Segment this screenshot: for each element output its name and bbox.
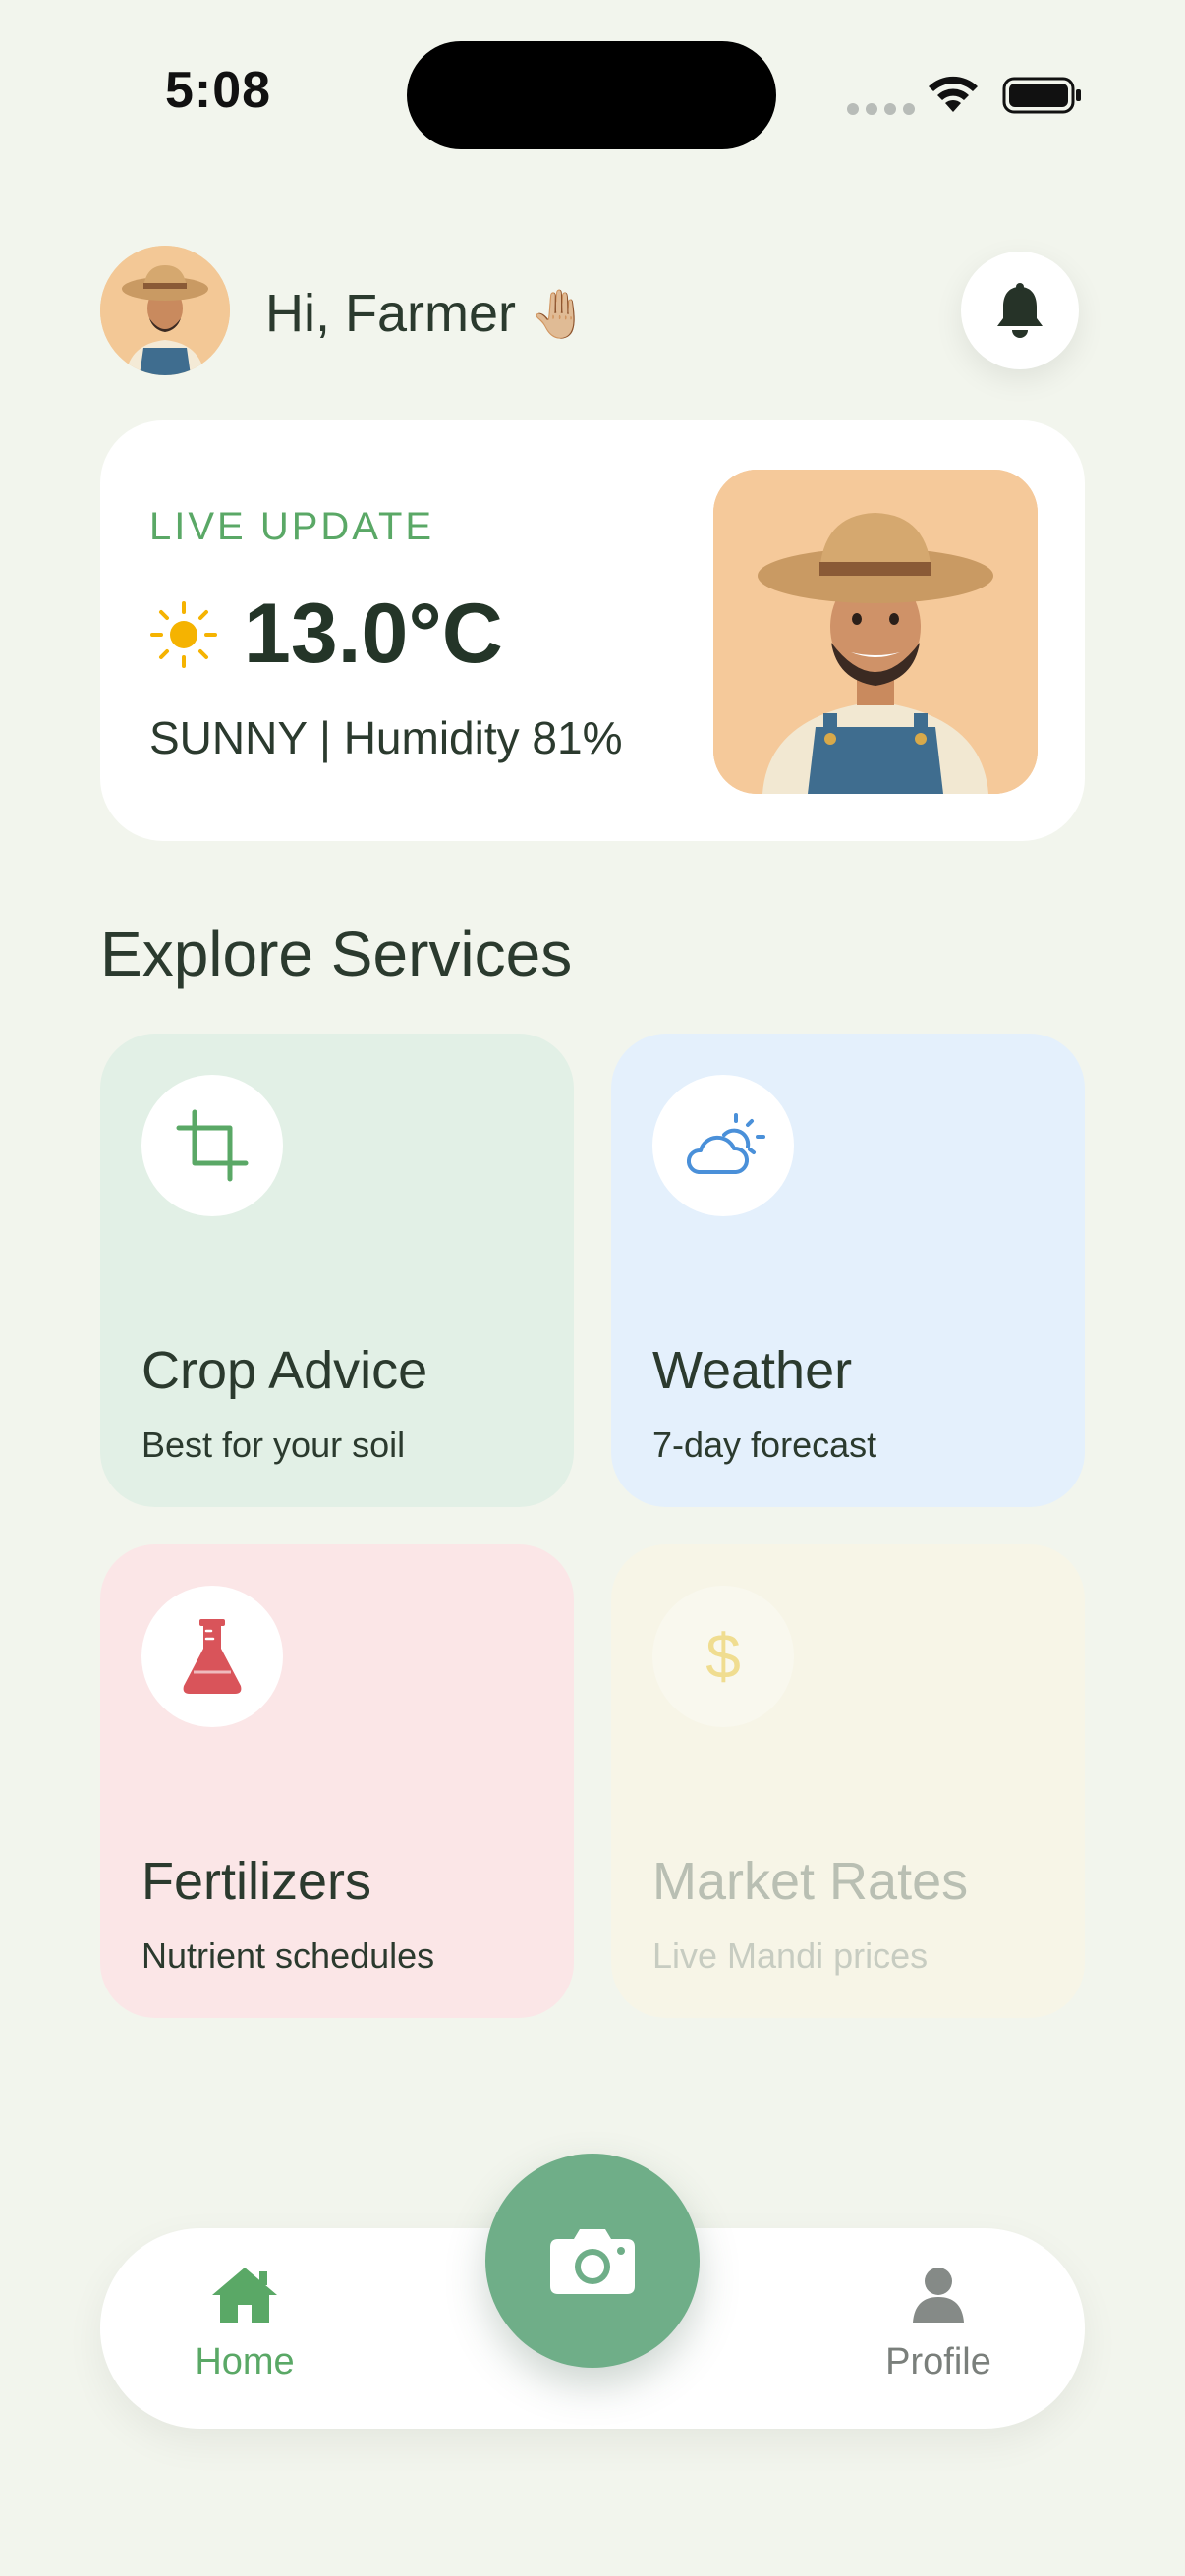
sun-icon (150, 600, 217, 668)
camera-button[interactable] (485, 2154, 700, 2368)
farmer-portrait-icon (713, 470, 1038, 794)
service-card-weather[interactable]: Weather 7-day forecast (611, 1034, 1085, 1507)
service-subtitle: Nutrient schedules (141, 1935, 435, 1976)
live-update-card[interactable]: LIVE UPDATE 13.0°C SUNNY | Humidity 81% (100, 420, 1085, 841)
avatar[interactable] (100, 246, 230, 375)
status-time: 5:08 (165, 62, 272, 119)
bell-icon (997, 283, 1043, 338)
farmer-illustration (713, 470, 1038, 794)
dynamic-island (407, 41, 776, 149)
nav-home-label: Home (195, 2341, 295, 2382)
home-icon (212, 2268, 277, 2323)
battery-icon (1002, 77, 1081, 114)
icon-circle: $ (652, 1586, 794, 1727)
person-icon (913, 2268, 964, 2323)
temperature-row: 13.0°C (149, 586, 503, 683)
status-indicators (847, 71, 1083, 120)
icon-circle (652, 1075, 794, 1216)
service-title: Weather (652, 1341, 853, 1400)
service-card-crop-advice[interactable]: Crop Advice Best for your soil (100, 1034, 574, 1507)
service-subtitle: Live Mandi prices (652, 1935, 929, 1976)
icon-circle (141, 1586, 283, 1727)
camera-icon (550, 2229, 635, 2294)
service-card-fertilizers[interactable]: Fertilizers Nutrient schedules (100, 1544, 574, 2018)
service-title: Fertilizers (141, 1852, 372, 1911)
service-subtitle: Best for your soil (141, 1425, 406, 1465)
live-update-label: LIVE UPDATE (149, 505, 435, 548)
service-subtitle: 7-day forecast (652, 1425, 877, 1465)
wifi-icon (929, 76, 978, 112)
greeting-text: Hi, Farmer (265, 284, 516, 343)
weather-condition: SUNNY | Humidity 81% (149, 712, 623, 763)
nav-profile[interactable]: Profile (875, 2264, 1002, 2383)
crop-icon (176, 1109, 249, 1182)
services-title: Explore Services (100, 919, 573, 989)
farmer-avatar-icon (100, 246, 230, 375)
icon-circle (141, 1075, 283, 1216)
dollar-icon: $ (705, 1621, 741, 1692)
cloud-sun-icon (686, 1113, 765, 1174)
wave-emoji: 🤚🏼 (530, 288, 589, 341)
temperature-value: 13.0°C (244, 587, 503, 681)
signal-icon (847, 103, 915, 115)
service-title: Market Rates (652, 1852, 969, 1911)
nav-profile-label: Profile (885, 2341, 991, 2382)
service-title: Crop Advice (141, 1341, 428, 1400)
greeting: Hi, Farmer 🤚🏼 (265, 283, 589, 344)
nav-home[interactable]: Home (191, 2264, 299, 2383)
service-card-market-rates[interactable]: $ Market Rates Live Mandi prices (611, 1544, 1085, 2018)
notifications-button[interactable] (961, 252, 1079, 369)
flask-icon (183, 1619, 242, 1694)
